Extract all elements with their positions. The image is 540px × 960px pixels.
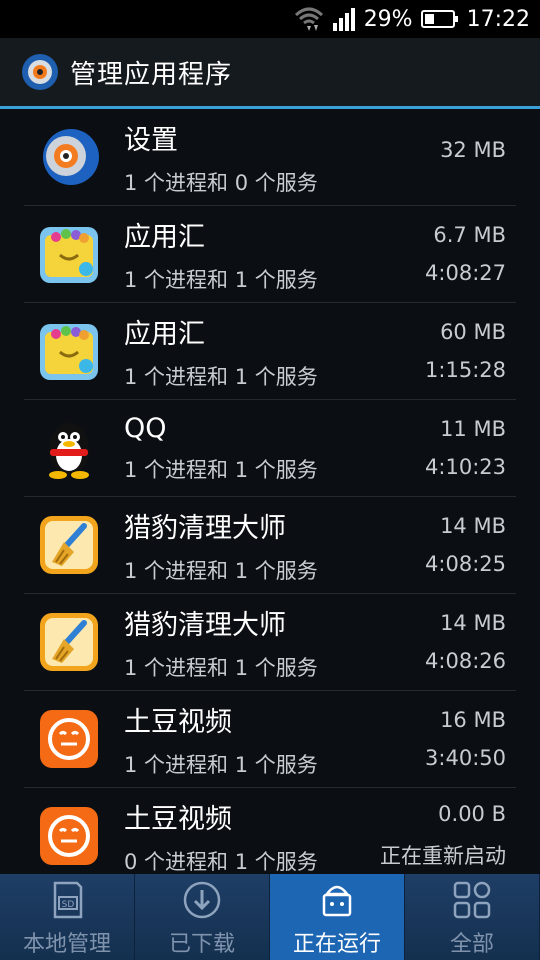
grid-apps-icon [452,880,492,920]
memory-size: 32 MB [440,138,506,162]
status-bar: 29% 17:22 [0,0,540,38]
broom-icon [36,512,102,578]
battery-percent: 29% [363,6,413,32]
bottom-tab-bar: SD 本地管理 已下载 正在运行 全部 [0,874,540,960]
sd-card-icon: SD [47,880,87,920]
settings-gear-icon [36,124,102,190]
run-time: 4:08:27 [425,261,506,285]
run-time: 4:08:26 [425,649,506,673]
svg-text:SD: SD [62,900,75,910]
tab-label: 已下载 [168,932,235,957]
list-item[interactable]: QQ 1 个进程和 1 个服务 11 MB 4:10:23 [24,400,516,497]
tab-label: 全部 [449,932,494,957]
app-bar: 管理应用程序 [0,38,540,106]
download-icon [182,880,222,920]
tudou-face-icon [36,706,102,772]
tab-running[interactable]: 正在运行 [270,874,405,960]
memory-size: 16 MB [440,708,506,732]
list-item[interactable]: 猎豹清理大师 1 个进程和 1 个服务 14 MB 4:08:26 [24,594,516,691]
list-item[interactable]: 土豆视频 0 个进程和 1 个服务 0.00 B 正在重新启动 [24,788,516,874]
run-time: 3:40:50 [425,746,506,770]
running-android-icon [317,880,357,920]
memory-size: 14 MB [440,611,506,635]
tab-all[interactable]: 全部 [405,874,540,960]
run-time: 正在重新启动 [380,844,506,868]
list-item[interactable]: 猎豹清理大师 1 个进程和 1 个服务 14 MB 4:08:25 [24,497,516,594]
list-item[interactable]: 土豆视频 1 个进程和 1 个服务 16 MB 3:40:50 [24,691,516,788]
app-store-basket-icon [36,318,102,384]
list-item[interactable]: 应用汇 1 个进程和 1 个服务 60 MB 1:15:28 [24,303,516,400]
tab-label: 本地管理 [22,932,111,957]
run-time: 1:15:28 [425,358,506,382]
memory-size: 0.00 B [438,802,506,826]
tab-downloaded[interactable]: 已下载 [135,874,270,960]
battery-icon [420,9,459,29]
clock: 17:22 [466,6,530,32]
memory-size: 60 MB [440,320,506,344]
list-item[interactable]: 应用汇 1 个进程和 1 个服务 6.7 MB 4:08:27 [24,206,516,303]
memory-size: 14 MB [440,514,506,538]
signal-icon [332,7,356,31]
tudou-face-icon [36,803,102,869]
run-time: 4:08:25 [425,552,506,576]
list-item[interactable]: 设置 1 个进程和 0 个服务 32 MB [24,109,516,206]
app-store-basket-icon [36,221,102,287]
app-list[interactable]: 设置 1 个进程和 0 个服务 32 MB 应用汇 1 个进程和 1 个服务 6… [0,109,540,874]
tab-local-manage[interactable]: SD 本地管理 [0,874,135,960]
tab-label: 正在运行 [292,932,381,957]
wifi-icon [294,5,324,33]
qq-penguin-icon [36,415,102,481]
memory-size: 11 MB [440,417,506,441]
settings-gear-icon[interactable] [20,52,60,92]
run-time: 4:10:23 [425,455,506,479]
memory-size: 6.7 MB [433,223,506,247]
page-title: 管理应用程序 [70,59,233,90]
broom-icon [36,609,102,675]
